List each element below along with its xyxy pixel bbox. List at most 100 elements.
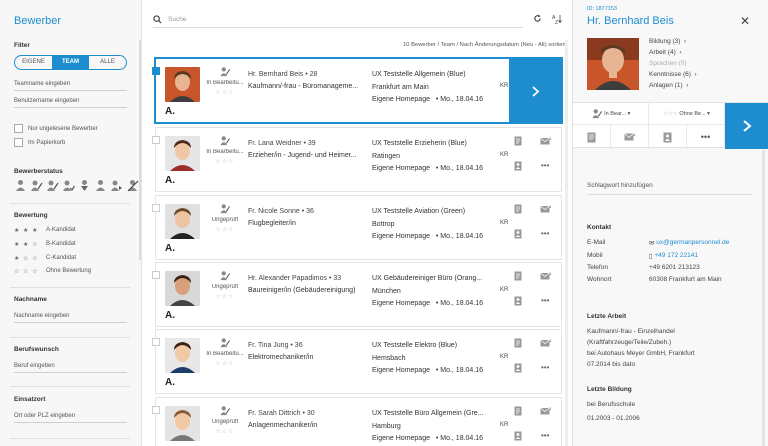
next-button[interactable] [725,103,768,149]
arbeit-heading: Letzte Arbeit [587,313,627,320]
open-candidate-button[interactable] [509,59,561,124]
candidate-name: Fr. Nicole Sonne • 36 [248,208,314,215]
bildung-heading: Letzte Bildung [587,386,632,393]
person-doc-icon[interactable] [514,431,522,441]
email-link[interactable]: ux@germanpersonnel.de [656,239,729,247]
company: UX Teststelle Elektro (Blue) [372,342,458,349]
job-posting: UX Gebäudereiniger Büro (Orang... Münche… [372,273,500,311]
person-blocked-icon[interactable] [126,179,139,192]
search-bar[interactable]: Suche [153,12,523,28]
job-posting: UX Teststelle Allgemein (Blue) Frankfurt… [372,69,500,107]
agency-logo-icon: A. [165,175,175,186]
more-icon[interactable]: ••• [687,125,725,149]
candidate-card[interactable]: A. Ungeprüft ☆☆☆ Fr. Nicole Sonne • 36 F… [152,195,562,260]
link-kenntnisse[interactable]: Kenntnisse (6) › [649,69,697,80]
person-forward-icon[interactable] [110,179,123,192]
checkbox-box[interactable] [14,124,23,133]
stars: ★ ★ ★ [14,228,39,234]
einsatz-input[interactable]: Ort oder PLZ eingeben [14,410,127,423]
candidate-card[interactable]: A. Ungeprüft ☆☆☆ Fr. Sarah Dittrich • 30… [152,397,562,446]
mobile-link[interactable]: +49 172 22141 [654,252,698,260]
more-icon[interactable]: ••• [541,363,549,372]
seg-team[interactable]: TEAM [52,56,89,69]
select-checkbox[interactable] [152,271,160,279]
rating-a[interactable]: ★ ★ ★ A-Kandidat [14,227,76,234]
teamname-input[interactable]: Teamname eingeben [14,78,127,91]
source-date: Eigene Homepage • Mo., 18.04.16 [372,233,484,240]
close-icon[interactable]: ✕ [740,14,750,28]
sidebar-scrollbar[interactable] [139,40,141,260]
link-sprachen: Sprachen (0) [649,60,687,67]
rating-dropdown[interactable]: ☆☆☆ Ohne Be... ▾ [649,103,725,124]
more-icon[interactable]: ••• [541,431,549,440]
status-block: In Bearbeitu... ☆☆☆ [204,135,246,165]
more-icon[interactable]: ••• [541,296,549,305]
more-icon[interactable]: ••• [541,161,549,170]
person-icon[interactable] [14,179,27,192]
person-doc-icon[interactable] [514,363,522,373]
select-checkbox[interactable] [152,67,160,75]
document-icon[interactable] [514,406,522,416]
candidate-card[interactable]: A. In Bearbeitu... ☆☆☆ Fr. Tina Jung • 3… [152,329,562,394]
city: Frankfurt am Main [372,83,429,91]
mail-icon[interactable]: 1 [540,204,552,214]
person-doc-icon[interactable] [514,161,522,171]
status-label: Ungeprüft [211,217,239,223]
checkbox-box[interactable] [14,138,23,147]
candidate-card[interactable]: A. Ungeprüft ☆☆☆ Hr. Alexander Papadimos… [152,262,562,327]
person-edit-icon[interactable] [30,179,43,192]
person-check-icon[interactable] [62,179,76,192]
divider [10,386,130,387]
rating-none[interactable]: ☆ ☆ ☆ Ohne Bewertung [14,268,91,275]
mail-icon[interactable]: 1 [540,271,552,281]
person-edit-icon[interactable] [46,179,59,192]
mail-icon[interactable]: 1 [611,125,649,149]
search-icon [153,15,162,24]
candidate-card[interactable]: A. In Bearbeitu... ☆☆☆ Fr. Lana Weidner … [152,127,562,192]
rating-c[interactable]: ★ ☆ ☆ C-Kandidat [14,255,76,262]
divider [10,287,130,288]
trash-checkbox[interactable]: Im Papierkorb [14,138,65,147]
source-date: Eigene Homepage • Mo., 18.04.16 [372,300,484,307]
select-checkbox[interactable] [152,136,160,144]
document-icon[interactable] [573,125,611,149]
seg-eigene[interactable]: EIGENE [15,56,52,69]
schlagwort-input[interactable]: Schlagwort hinzufügen [587,182,753,195]
select-checkbox[interactable] [152,204,160,212]
select-checkbox[interactable] [152,406,160,414]
company: UX Teststelle Erzieherin (Blue) [372,140,467,147]
svg-text:1: 1 [549,136,552,141]
seg-alle[interactable]: ALLE [89,56,126,69]
sort-az-icon[interactable]: AZ [552,14,562,24]
status-block: In Bearbeitu... ☆☆☆ [204,66,246,96]
document-icon[interactable] [514,204,522,214]
document-icon[interactable] [514,136,522,146]
mail-icon[interactable]: 1 [540,338,552,348]
mail-icon[interactable]: 1 [540,406,552,416]
person-doc-icon[interactable] [649,125,687,149]
person-doc-icon[interactable] [514,296,522,306]
unread-checkbox[interactable]: Nur ungelesene Bewerber [14,124,98,133]
select-checkbox[interactable] [152,338,160,346]
nachname-input[interactable]: Nachname eingeben [14,310,127,323]
document-icon[interactable] [514,338,522,348]
status-dropdown[interactable]: In Bear... ▾ [573,103,649,124]
link-arbeit[interactable]: Arbeit (4) › [649,47,697,58]
person-down-icon[interactable] [78,179,91,192]
rating-b[interactable]: ★ ★ ☆ B-Kandidat [14,241,76,248]
more-icon[interactable]: ••• [541,229,549,238]
refresh-icon[interactable] [533,14,542,23]
candidate-photo [165,204,200,239]
link-anlagen[interactable]: Anlagen (1) › [649,80,697,91]
beruf-input[interactable]: Beruf eingeben [14,360,127,373]
candidate-card[interactable]: A. In Bearbeitu... ☆☆☆ Hr. Bernhard Beis… [152,58,562,124]
person-doc-icon[interactable] [514,229,522,239]
mail-icon[interactable]: 1 [540,136,552,146]
list-scrollbar[interactable] [565,40,568,446]
benutzername-input[interactable]: Benutzername eingeben [14,95,127,108]
detail-scrollbar[interactable] [762,150,765,446]
person-up-icon[interactable] [94,179,107,192]
document-icon[interactable] [514,271,522,281]
search-input[interactable]: Suche [168,16,186,23]
link-bildung[interactable]: Bildung (3) › [649,36,697,47]
